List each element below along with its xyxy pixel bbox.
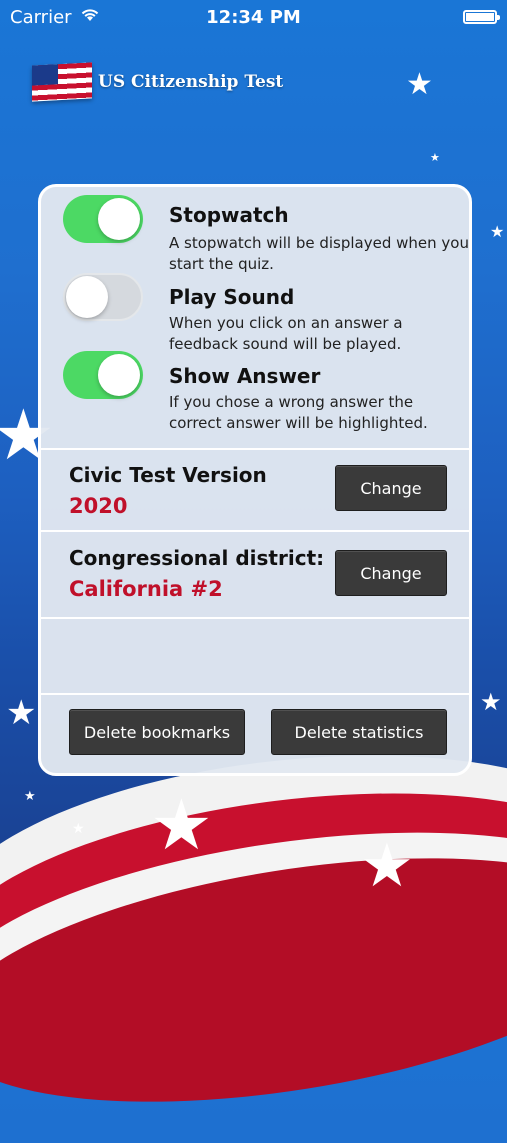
change-civic-test-button[interactable]: Change	[335, 465, 447, 511]
star-icon: ★	[430, 151, 440, 164]
app-title: US Citizenship Test	[98, 72, 284, 92]
district-label: Congressional district:	[69, 546, 325, 570]
divider	[41, 448, 469, 450]
star-icon: ★	[150, 784, 213, 866]
status-bar: Carrier 12:34 PM	[0, 0, 507, 36]
divider	[41, 693, 469, 695]
us-flag-icon	[32, 62, 92, 102]
option-description: If you chose a wrong answer the correct …	[169, 393, 428, 432]
settings-panel: Stopwatch A stopwatch will be displayed …	[38, 184, 472, 776]
option-title: Stopwatch	[169, 203, 289, 227]
star-icon: ★	[6, 693, 37, 733]
option-description: When you click on an answer a feedback s…	[169, 314, 403, 353]
star-icon: ★	[24, 789, 36, 804]
civic-test-label: Civic Test Version	[69, 463, 267, 487]
star-icon: ★	[490, 222, 505, 241]
star-icon: ★	[360, 831, 414, 901]
battery-icon	[463, 10, 500, 24]
stopwatch-toggle[interactable]	[63, 195, 143, 243]
play-sound-toggle[interactable]	[63, 273, 143, 321]
show-answer-toggle[interactable]	[63, 351, 143, 399]
divider	[41, 617, 469, 619]
clock-time: 12:34 PM	[206, 7, 301, 28]
district-value: California #2	[69, 577, 223, 601]
option-title: Show Answer	[169, 364, 321, 388]
civic-test-value: 2020	[69, 494, 128, 518]
option-description: A stopwatch will be displayed when you s…	[169, 234, 469, 273]
star-icon: ★	[480, 688, 502, 716]
delete-bookmarks-button[interactable]: Delete bookmarks	[69, 709, 245, 755]
option-title: Play Sound	[169, 285, 295, 309]
star-icon: ★	[406, 67, 433, 102]
delete-statistics-button[interactable]: Delete statistics	[271, 709, 447, 755]
change-district-button[interactable]: Change	[335, 550, 447, 596]
star-icon: ★	[72, 821, 85, 837]
divider	[41, 530, 469, 532]
